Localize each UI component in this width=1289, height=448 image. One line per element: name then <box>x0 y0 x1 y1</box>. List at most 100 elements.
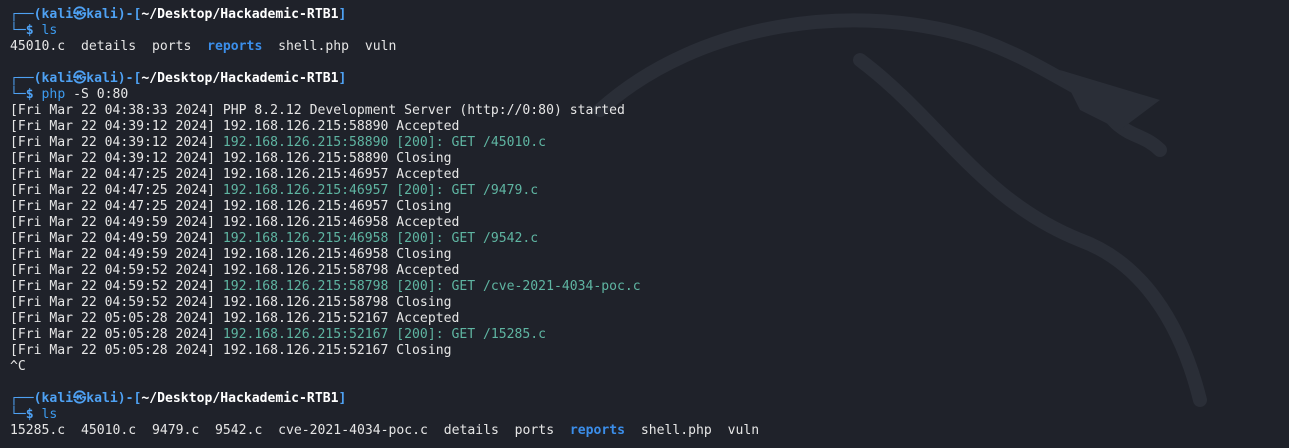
log-line: [Fri Mar 22 04:39:12 2024] 192.168.126.2… <box>10 119 1289 135</box>
log-line: [Fri Mar 22 04:59:52 2024] 192.168.126.2… <box>10 263 1289 279</box>
log-message: 192.168.126.215:46958 [200]: GET /9542.c <box>222 231 539 246</box>
log-timestamp: [Fri Mar 22 04:47:25 2024] <box>10 199 215 214</box>
log-line: [Fri Mar 22 04:39:12 2024] 192.168.126.2… <box>10 135 1289 151</box>
log-timestamp: [Fri Mar 22 05:05:28 2024] <box>10 343 215 358</box>
command-line: └─$ php -S 0:80 <box>10 87 1289 103</box>
log-line: [Fri Mar 22 04:59:52 2024] 192.168.126.2… <box>10 295 1289 311</box>
command-text: ls <box>41 407 58 422</box>
file-entry: 9479.c <box>151 423 200 438</box>
log-line: [Fri Mar 22 04:59:52 2024] 192.168.126.2… <box>10 279 1289 295</box>
ls-output: 15285.c 45010.c 9479.c 9542.c cve-2021-4… <box>10 423 1289 439</box>
prompt-path: ~/Desktop/Hackademic-RTB1 <box>141 391 339 406</box>
log-line: [Fri Mar 22 04:49:59 2024] 192.168.126.2… <box>10 215 1289 231</box>
log-timestamp: [Fri Mar 22 04:59:52 2024] <box>10 295 215 310</box>
prompt-bracket: ] <box>338 7 347 22</box>
log-timestamp: [Fri Mar 22 05:05:28 2024] <box>10 311 215 326</box>
log-line: [Fri Mar 22 04:49:59 2024] 192.168.126.2… <box>10 247 1289 263</box>
log-line: [Fri Mar 22 05:05:28 2024] 192.168.126.2… <box>10 343 1289 359</box>
log-message: 192.168.126.215:46957 Closing <box>222 199 452 214</box>
file-entry: vuln <box>727 423 760 438</box>
prompt-bracket: )-[ <box>117 7 142 22</box>
prompt-header: ┌──(kali㉿kali)-[~/Desktop/Hackademic-RTB… <box>10 391 1289 407</box>
log-timestamp: [Fri Mar 22 04:59:52 2024] <box>10 279 215 294</box>
file-entry: ports <box>514 423 555 438</box>
command-text: ls <box>41 23 58 38</box>
log-message: 192.168.126.215:52167 Closing <box>222 343 452 358</box>
log-message: 192.168.126.215:46958 Closing <box>222 247 452 262</box>
log-timestamp: [Fri Mar 22 04:49:59 2024] <box>10 247 215 262</box>
log-message: 192.168.126.215:58798 Closing <box>222 295 452 310</box>
log-timestamp: [Fri Mar 22 04:49:59 2024] <box>10 215 215 230</box>
prompt-bracket: )-[ <box>117 71 142 86</box>
log-timestamp: [Fri Mar 22 04:49:59 2024] <box>10 231 215 246</box>
file-entry: shell.php <box>640 423 712 438</box>
prompt-header: ┌──(kali㉿kali)-[~/Desktop/Hackademic-RTB… <box>10 7 1289 23</box>
prompt-dollar: └─$ <box>10 407 42 422</box>
prompt-bracket: ┌──( <box>10 7 42 22</box>
file-entry: 15285.c <box>10 423 66 438</box>
prompt-dollar: └─$ <box>10 23 42 38</box>
directory-entry: reports <box>569 423 626 438</box>
file-entry: details <box>443 423 499 438</box>
log-timestamp: [Fri Mar 22 04:47:25 2024] <box>10 183 215 198</box>
file-entry: 9542.c <box>215 423 263 438</box>
log-message: 192.168.126.215:52167 Accepted <box>222 311 460 326</box>
prompt-user: kali <box>41 7 74 22</box>
file-entry: 45010.c <box>80 423 137 438</box>
prompt-at-symbol: ㉿ <box>73 71 87 86</box>
log-message: 192.168.126.215:58798 Accepted <box>222 263 460 278</box>
ls-output: 45010.c details ports reports shell.php … <box>10 39 1289 55</box>
log-message: 192.168.126.215:46957 [200]: GET /9479.c <box>222 183 539 198</box>
log-timestamp: [Fri Mar 22 04:47:25 2024] <box>10 167 215 182</box>
terminal-window[interactable]: ┌──(kali㉿kali)-[~/Desktop/Hackademic-RTB… <box>0 0 1289 448</box>
command-line: └─$ ls <box>10 407 1289 423</box>
log-timestamp: [Fri Mar 22 04:39:12 2024] <box>10 119 215 134</box>
log-line: [Fri Mar 22 04:39:12 2024] 192.168.126.2… <box>10 151 1289 167</box>
file-entry: shell.php <box>278 39 350 54</box>
command-args: -S 0:80 <box>65 87 129 102</box>
terminal-output: ┌──(kali㉿kali)-[~/Desktop/Hackademic-RTB… <box>10 7 1289 439</box>
prompt-user: kali <box>41 71 74 86</box>
log-timestamp: [Fri Mar 22 04:39:12 2024] <box>10 151 215 166</box>
log-message: 192.168.126.215:46958 Accepted <box>222 215 460 230</box>
interrupt-line: ^C <box>10 359 1289 375</box>
prompt-bracket: ┌──( <box>10 71 42 86</box>
log-timestamp: [Fri Mar 22 04:59:52 2024] <box>10 263 215 278</box>
prompt-path: ~/Desktop/Hackademic-RTB1 <box>141 71 339 86</box>
log-message: 192.168.126.215:58890 Closing <box>222 151 452 166</box>
log-message: 192.168.126.215:46957 Accepted <box>222 167 460 182</box>
log-line: [Fri Mar 22 04:47:25 2024] 192.168.126.2… <box>10 167 1289 183</box>
prompt-bracket: )-[ <box>117 391 142 406</box>
log-timestamp: [Fri Mar 22 04:38:33 2024] <box>10 103 215 118</box>
prompt-user: kali <box>41 391 74 406</box>
log-line: [Fri Mar 22 04:49:59 2024] 192.168.126.2… <box>10 231 1289 247</box>
log-message: 192.168.126.215:58798 [200]: GET /cve-20… <box>222 279 641 294</box>
file-entry: details <box>80 39 137 54</box>
file-entry: 45010.c <box>10 39 66 54</box>
log-line: [Fri Mar 22 04:47:25 2024] 192.168.126.2… <box>10 183 1289 199</box>
log-line: [Fri Mar 22 05:05:28 2024] 192.168.126.2… <box>10 327 1289 343</box>
interrupt-text: ^C <box>10 359 26 374</box>
file-entry: vuln <box>364 39 397 54</box>
prompt-bracket: ┌──( <box>10 391 42 406</box>
prompt-host: kali <box>86 71 118 86</box>
log-timestamp: [Fri Mar 22 04:39:12 2024] <box>10 135 215 150</box>
prompt-path: ~/Desktop/Hackademic-RTB1 <box>141 7 339 22</box>
log-message: 192.168.126.215:52167 [200]: GET /15285.… <box>222 327 547 342</box>
prompt-at-symbol: ㉿ <box>73 391 87 406</box>
log-line: [Fri Mar 22 04:47:25 2024] 192.168.126.2… <box>10 199 1289 215</box>
command-line: └─$ ls <box>10 23 1289 39</box>
prompt-bracket: ] <box>338 391 347 406</box>
log-message: 192.168.126.215:58890 [200]: GET /45010.… <box>222 135 547 150</box>
prompt-host: kali <box>86 391 118 406</box>
directory-entry: reports <box>207 39 263 54</box>
log-timestamp: [Fri Mar 22 05:05:28 2024] <box>10 327 215 342</box>
prompt-dollar: └─$ <box>10 87 42 102</box>
log-line: [Fri Mar 22 04:38:33 2024] PHP 8.2.12 De… <box>10 103 1289 119</box>
command-text: php <box>41 87 66 102</box>
log-line: [Fri Mar 22 05:05:28 2024] 192.168.126.2… <box>10 311 1289 327</box>
log-message: 192.168.126.215:58890 Accepted <box>222 119 460 134</box>
file-entry: ports <box>151 39 192 54</box>
